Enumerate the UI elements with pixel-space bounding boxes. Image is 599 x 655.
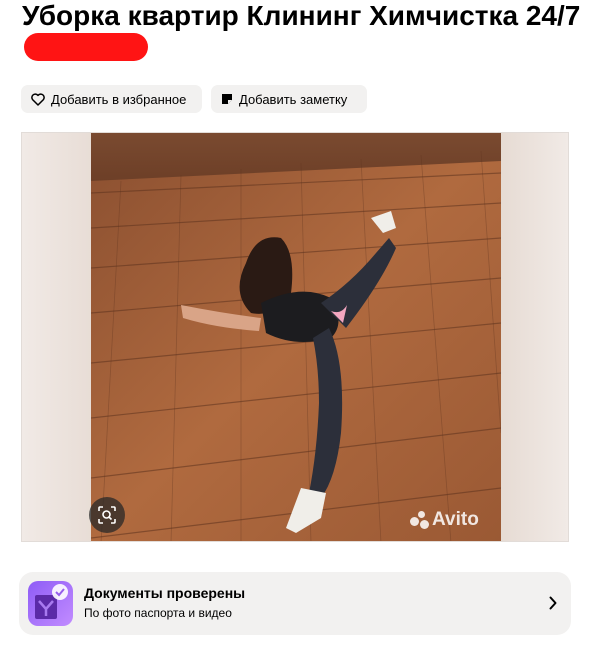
listing-title: Уборка квартир Клининг Химчистка 24/7 [22,0,582,62]
document-check-icon [28,581,73,626]
photo-gallery[interactable]: Avito [21,132,569,542]
note-icon [222,94,232,104]
avito-watermark-text: Avito [432,509,479,530]
gallery-blur-left [22,133,91,541]
add-note-button[interactable]: Добавить заметку [211,85,367,113]
heart-icon [31,92,45,106]
add-note-label: Добавить заметку [239,91,348,107]
image-search-button[interactable] [89,497,125,533]
avito-watermark: Avito [410,509,479,531]
add-to-favorites-label: Добавить в избранное [51,91,187,107]
chevron-right-icon [549,596,557,610]
documents-verified-card[interactable]: Документы проверены По фото паспорта и в… [19,572,571,635]
gallery-blur-right [500,133,568,541]
image-search-icon [98,506,116,524]
documents-verified-subtitle: По фото паспорта и видео [84,606,232,620]
add-to-favorites-button[interactable]: Добавить в избранное [21,85,202,113]
documents-verified-title: Документы проверены [84,585,246,601]
avito-logo-icon [410,511,430,529]
listing-photo[interactable] [91,133,501,542]
redaction-mark [24,33,148,61]
listing-title-text: Уборка квартир Клининг Химчистка 24/7 [22,0,581,31]
